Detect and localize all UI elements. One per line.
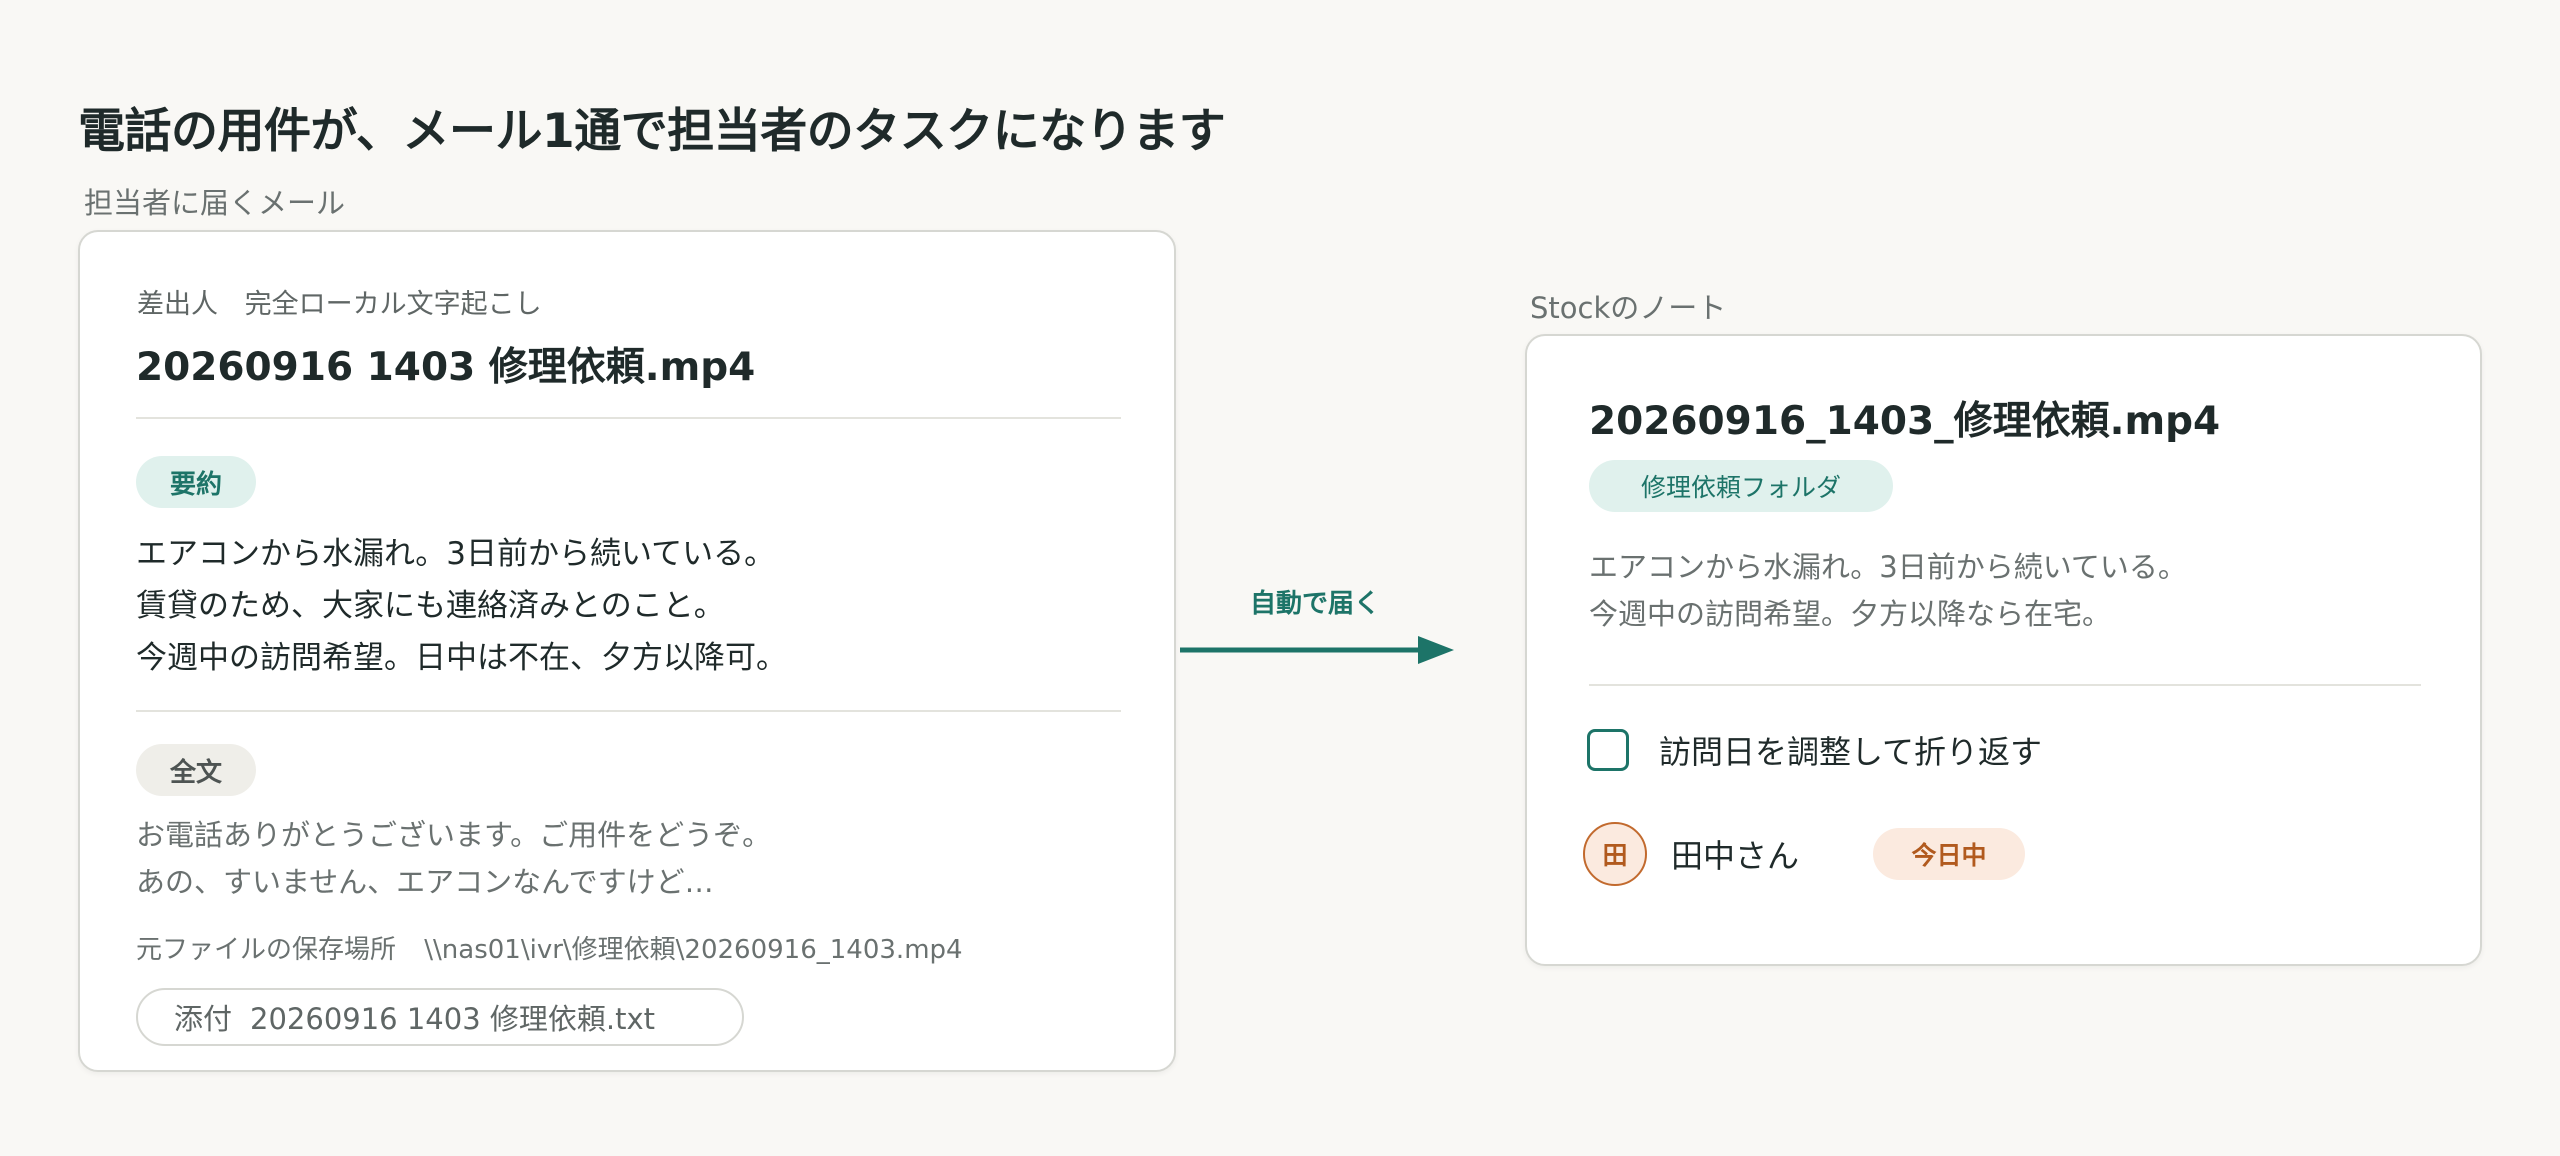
stock-note-card: 20260916_1403_修理依頼.mp4 修理依頼フォルダ エアコンから水漏… <box>1525 334 2482 966</box>
note-title: 20260916_1403_修理依頼.mp4 <box>1589 399 2221 444</box>
page: 電話の用件が、メール1通で担当者のタスクになります 担当者に届くメール 差出人 … <box>0 0 2560 1156</box>
sender-value: 完全ローカル文字起こし <box>244 289 542 320</box>
full-text-tag: 全文 <box>136 744 256 796</box>
note-line: 今週中の訪問希望。夕方以降なら在宅。 <box>1589 597 2112 631</box>
source-file-path: 元ファイルの保存場所 \\nas01\ivr\修理依頼\20260916_140… <box>136 929 963 966</box>
email-divider <box>136 710 1121 712</box>
attachment-key: 添付 <box>174 1002 233 1036</box>
full-text-line: あの、すいません、エアコンなんですけど… <box>136 865 714 899</box>
attachment-chip[interactable]: 添付 20260916 1403 修理依頼.txt <box>136 988 744 1046</box>
summary-line: 今週中の訪問希望。日中は不在、夕方以降可。 <box>136 640 787 676</box>
full-text: お電話ありがとうございます。ご用件をどうぞ。 あの、すいません、エアコンなんです… <box>136 812 771 906</box>
summary-tag: 要約 <box>136 456 256 508</box>
task-label: 訪問日を調整して折り返す <box>1659 733 2043 771</box>
task-checkbox[interactable] <box>1587 729 1629 771</box>
note-divider <box>1589 684 2421 686</box>
avatar: 田 <box>1583 822 1647 886</box>
attachment-filename: 20260916 1403 修理依頼.txt <box>250 1002 655 1036</box>
task-item: 訪問日を調整して折り返す <box>1587 727 2042 773</box>
summary-line: 賃貸のため、大家にも連絡済みとのこと。 <box>136 588 725 624</box>
email-card: 差出人 完全ローカル文字起こし 20260916 1403 修理依頼.mp4 要… <box>78 230 1176 1072</box>
filepath-value[interactable]: \\nas01\ivr\修理依頼\20260916_1403.mp4 <box>424 935 962 965</box>
sender-key: 差出人 <box>137 289 218 320</box>
assignee-row: 田 田中さん 今日中 <box>1583 822 2026 886</box>
full-text-line: お電話ありがとうございます。ご用件をどうぞ。 <box>136 818 772 852</box>
page-title: 電話の用件が、メール1通で担当者のタスクになります <box>78 104 1226 159</box>
folder-tag[interactable]: 修理依頼フォルダ <box>1589 460 1893 512</box>
arrow-right-icon <box>1180 636 1454 664</box>
stock-section-label: Stockのノート <box>1530 291 1727 325</box>
email-subject: 20260916 1403 修理依頼.mp4 <box>136 345 756 390</box>
assignee-name: 田中さん <box>1671 837 1800 875</box>
email-divider <box>136 417 1121 419</box>
summary-text: エアコンから水漏れ。3日前から続いている。 賃貸のため、大家にも連絡済みとのこと… <box>136 528 787 684</box>
email-section-label: 担当者に届くメール <box>84 186 346 220</box>
due-badge: 今日中 <box>1873 828 2026 880</box>
note-body: エアコンから水漏れ。3日前から続いている。 今週中の訪問希望。夕方以降なら在宅。 <box>1589 544 2187 638</box>
summary-line: エアコンから水漏れ。3日前から続いている。 <box>136 536 776 572</box>
email-sender: 差出人 完全ローカル文字起こし <box>137 282 542 321</box>
note-line: エアコンから水漏れ。3日前から続いている。 <box>1589 550 2187 584</box>
arrow-label: 自動で届く <box>1250 589 1381 619</box>
filepath-key: 元ファイルの保存場所 <box>136 935 397 965</box>
